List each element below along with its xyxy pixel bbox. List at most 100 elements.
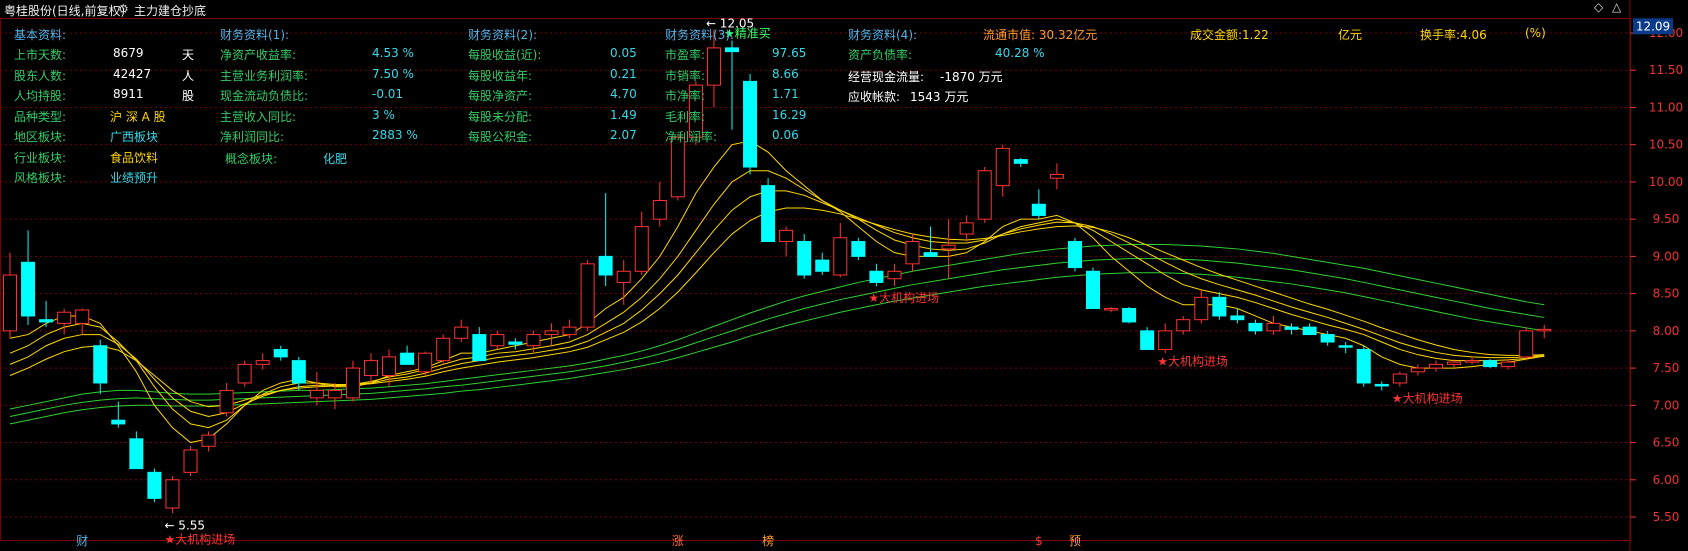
candle-body[interactable] xyxy=(418,352,433,373)
candle-body[interactable] xyxy=(833,237,848,276)
candle-body[interactable] xyxy=(887,270,902,280)
candle-body[interactable] xyxy=(201,434,216,447)
candle-body[interactable] xyxy=(526,334,541,347)
basic-row-value: 8679 xyxy=(113,46,144,60)
candle-body[interactable] xyxy=(797,240,812,276)
candle-body[interactable] xyxy=(995,147,1010,187)
candle-body[interactable] xyxy=(219,389,234,414)
candle-body[interactable] xyxy=(959,222,974,235)
candle-body[interactable] xyxy=(472,334,487,362)
candle-body[interactable] xyxy=(905,240,920,265)
candle-body[interactable] xyxy=(544,330,559,336)
candle-body[interactable] xyxy=(580,263,595,328)
candle-body[interactable] xyxy=(309,389,324,399)
event-marker[interactable]: 榜 xyxy=(762,533,774,548)
candle-body[interactable] xyxy=(1248,322,1263,332)
diamond-icon[interactable]: ◇ xyxy=(1594,0,1603,14)
candle-body[interactable] xyxy=(1465,360,1480,363)
candle-body[interactable] xyxy=(1266,322,1281,332)
candle-body[interactable] xyxy=(977,170,992,220)
candle-body[interactable] xyxy=(75,309,90,324)
basic-row-label: 品种类型: xyxy=(14,109,67,124)
candle-body[interactable] xyxy=(1501,361,1516,368)
candle-body[interactable] xyxy=(562,326,577,336)
y-tick-label: 6.50 xyxy=(1653,436,1680,450)
candle-body[interactable] xyxy=(291,360,306,384)
candle-body[interactable] xyxy=(1013,159,1028,164)
up-triangle-icon[interactable]: △ xyxy=(1612,0,1621,14)
candle-body[interactable] xyxy=(815,259,830,272)
stock-title[interactable]: 粤桂股份(日线,前复权) xyxy=(4,2,125,19)
candle-body[interactable] xyxy=(1176,319,1191,332)
candle-body[interactable] xyxy=(1104,308,1119,311)
candle-body[interactable] xyxy=(761,185,776,242)
candle-body[interactable] xyxy=(1122,308,1137,323)
candle-body[interactable] xyxy=(1410,367,1425,373)
candle-body[interactable] xyxy=(273,348,288,358)
candle-body[interactable] xyxy=(1212,296,1227,317)
candle-body[interactable] xyxy=(364,360,378,377)
candle-body[interactable] xyxy=(255,360,270,365)
candle-body[interactable] xyxy=(1338,345,1353,348)
candle-body[interactable] xyxy=(616,270,631,283)
candle-body[interactable] xyxy=(147,471,162,499)
candle-body[interactable] xyxy=(1302,326,1317,336)
candle-body[interactable] xyxy=(1086,270,1100,310)
candle-body[interactable] xyxy=(743,80,758,168)
candle-body[interactable] xyxy=(237,363,252,384)
candle-body[interactable] xyxy=(490,334,505,347)
candle-body[interactable] xyxy=(652,200,667,220)
candle-body[interactable] xyxy=(869,270,884,283)
candle-body[interactable] xyxy=(382,356,397,377)
candle-body[interactable] xyxy=(923,252,938,257)
event-marker[interactable]: $ xyxy=(1035,534,1043,548)
candle-body[interactable] xyxy=(706,47,721,86)
candle-body[interactable] xyxy=(57,311,72,324)
candle-body[interactable] xyxy=(1049,173,1064,179)
candle-body[interactable] xyxy=(1483,360,1498,368)
last-price-tag-label: 12.09 xyxy=(1636,19,1670,33)
candle-body[interactable] xyxy=(129,438,144,470)
candle-body[interactable] xyxy=(1356,348,1371,384)
indicator-name[interactable]: 主力建仓抄底 xyxy=(134,2,206,19)
candle-body[interactable] xyxy=(1194,296,1209,321)
candle-body[interactable] xyxy=(1140,330,1155,350)
candle-body[interactable] xyxy=(1392,373,1407,384)
candle-body[interactable] xyxy=(1158,330,1173,350)
candle-body[interactable] xyxy=(400,352,415,365)
candle-body[interactable] xyxy=(851,240,866,257)
candle-body[interactable] xyxy=(1230,315,1245,321)
candle-body[interactable] xyxy=(670,136,685,198)
candle-body[interactable] xyxy=(454,326,469,339)
candle-body[interactable] xyxy=(779,229,794,242)
candle-body[interactable] xyxy=(1067,240,1082,269)
candle-body[interactable] xyxy=(183,449,198,473)
candle-body[interactable] xyxy=(634,226,649,272)
candle-body[interactable] xyxy=(1284,326,1299,330)
candle-body[interactable] xyxy=(508,341,523,345)
candle-body[interactable] xyxy=(1519,330,1534,358)
candle-body[interactable] xyxy=(165,479,180,509)
candle-body[interactable] xyxy=(39,319,54,323)
candle-body[interactable] xyxy=(93,345,108,384)
candle-body[interactable] xyxy=(1374,383,1389,387)
candle-body[interactable] xyxy=(1031,203,1046,216)
settings-gear-icon[interactable]: ⚙ xyxy=(118,2,129,16)
candle-body[interactable] xyxy=(1320,334,1335,343)
candle-body[interactable] xyxy=(345,367,360,399)
candle-body[interactable] xyxy=(327,389,342,399)
candle-body[interactable] xyxy=(725,47,739,53)
candle-body[interactable] xyxy=(21,261,36,317)
event-marker[interactable]: 预 xyxy=(1069,534,1081,548)
candle-body[interactable] xyxy=(3,274,17,332)
fin4-row-value: 1543 万元 xyxy=(910,90,969,104)
event-marker[interactable]: 涨 xyxy=(672,533,684,548)
candle-body[interactable] xyxy=(941,244,956,250)
candle-body[interactable] xyxy=(598,255,613,276)
candle-body[interactable] xyxy=(436,337,451,362)
candle-body[interactable] xyxy=(1447,361,1461,365)
candle-body[interactable] xyxy=(1537,328,1552,332)
candle-body[interactable] xyxy=(111,419,126,425)
event-marker[interactable]: 财 xyxy=(76,534,88,548)
candle-body[interactable] xyxy=(1428,363,1443,369)
